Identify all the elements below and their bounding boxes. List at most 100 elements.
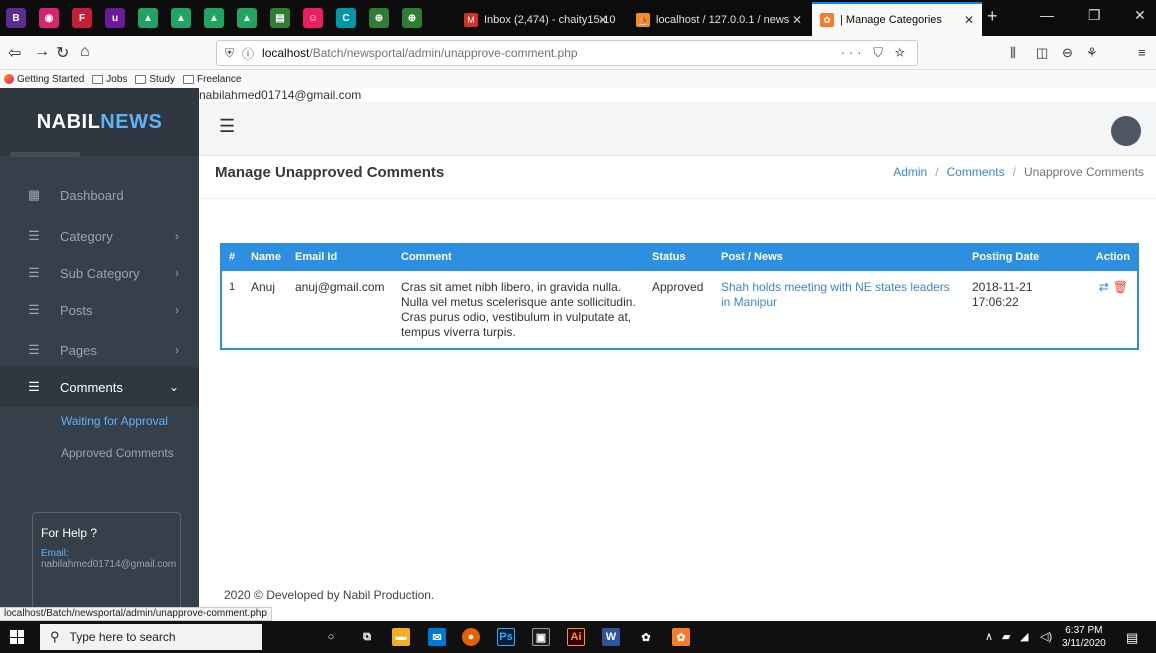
chart-app-icon[interactable]: ▤ bbox=[270, 8, 290, 28]
dashboard-icon: ▦ bbox=[27, 187, 41, 202]
c-app-icon[interactable]: C bbox=[336, 8, 356, 28]
breadcrumb-admin[interactable]: Admin bbox=[893, 165, 927, 179]
xampp-icon: ✿ bbox=[820, 13, 834, 27]
new-tab-button[interactable]: + bbox=[987, 6, 998, 27]
col-comment-header: Comment bbox=[401, 251, 452, 263]
close-icon[interactable]: ✕ bbox=[792, 13, 802, 27]
sidebar-item-dashboard[interactable]: ▦ Dashboard bbox=[0, 175, 199, 215]
col-name-header: Name bbox=[251, 251, 281, 263]
row-post-link[interactable]: Shah holds meeting with NE states leader… bbox=[721, 280, 950, 309]
close-icon[interactable]: ✕ bbox=[598, 13, 608, 27]
sidebar-toggle-icon[interactable]: ◫ bbox=[1036, 45, 1048, 61]
submenu-waiting-for-approval[interactable]: Waiting for Approval bbox=[61, 414, 168, 428]
notifications-icon[interactable]: ▤ bbox=[1126, 630, 1138, 646]
approve-icon[interactable]: ⇄ bbox=[1099, 280, 1109, 294]
tray-app-icon[interactable]: ▰ bbox=[1002, 630, 1010, 643]
chevron-right-icon: › bbox=[175, 229, 179, 243]
row-date: 2018-11-21 17:06:22 bbox=[972, 280, 1033, 309]
taskbar-clock[interactable]: 6:37 PM 3/11/2020 bbox=[1062, 624, 1106, 650]
account-icon[interactable]: ⊖ bbox=[1062, 45, 1073, 61]
table-header-row: # Name Email Id Comment Status Post / Ne… bbox=[222, 243, 1137, 271]
reload-icon[interactable]: ↻ bbox=[56, 43, 69, 63]
close-icon[interactable]: ✕ bbox=[964, 13, 974, 27]
app-icon[interactable]: ▣ bbox=[532, 628, 550, 646]
word-icon[interactable]: W bbox=[602, 628, 620, 646]
library-icon[interactable]: ⫼ bbox=[1010, 45, 1016, 61]
cortana-icon[interactable]: ○ bbox=[322, 628, 340, 646]
drive-icon[interactable]: ▲ bbox=[171, 8, 191, 28]
page-actions-icon[interactable]: ··· ⛉ ☆ bbox=[841, 45, 909, 61]
restore-icon[interactable]: ❐ bbox=[1088, 7, 1101, 24]
tab-gmail[interactable]: M Inbox (2,474) - chaity15-100 ✕ bbox=[456, 4, 616, 36]
submenu-approved-comments[interactable]: Approved Comments bbox=[61, 446, 174, 460]
file-explorer-icon[interactable]: ▬ bbox=[392, 628, 410, 646]
breadcrumb-comments[interactable]: Comments bbox=[947, 165, 1005, 179]
tab-label: Inbox (2,474) - chaity15-100 bbox=[484, 14, 616, 26]
info-icon[interactable]: ⓘ bbox=[242, 45, 254, 62]
sidebar-item-category[interactable]: ☰ Category › bbox=[0, 216, 199, 256]
row-status: Approved bbox=[652, 280, 704, 294]
bookmark-freelance[interactable]: Freelance bbox=[182, 74, 241, 85]
shield-icon[interactable]: ⛨ bbox=[225, 46, 234, 61]
tab-phpmyadmin[interactable]: ⛵ localhost / 127.0.0.1 / news ✕ bbox=[628, 4, 810, 36]
tray-chevron-icon[interactable]: ∧ bbox=[985, 630, 993, 643]
url-host: localhost bbox=[262, 46, 310, 60]
photoshop-icon[interactable]: Ps bbox=[497, 628, 515, 646]
task-view-icon[interactable]: ⧉ bbox=[358, 628, 376, 646]
illustrator-icon[interactable]: Ai bbox=[567, 628, 585, 646]
red-app-icon[interactable]: F bbox=[72, 8, 92, 28]
b-app-icon[interactable]: B bbox=[6, 8, 26, 28]
mail-icon[interactable]: ✉ bbox=[428, 628, 446, 646]
menu-icon[interactable]: ≡ bbox=[1138, 45, 1146, 60]
trash-icon[interactable]: 🗑 bbox=[1113, 280, 1128, 294]
wifi-icon[interactable]: ◢ bbox=[1020, 630, 1028, 643]
url-bar[interactable]: ⛨ ⓘ localhost/Batch/newsportal/admin/una… bbox=[216, 40, 918, 66]
col-action-header: Action bbox=[1095, 251, 1130, 263]
drive-icon[interactable]: ▲ bbox=[204, 8, 224, 28]
chevron-right-icon: › bbox=[175, 343, 179, 357]
page-title: Manage Unapproved Comments bbox=[215, 164, 445, 181]
sidebar-item-sub-category[interactable]: ☰ Sub Category › bbox=[0, 253, 199, 293]
minimize-icon[interactable]: — bbox=[1040, 7, 1054, 23]
bookmark-getting-started[interactable]: Getting Started bbox=[4, 74, 84, 85]
taskbar-search[interactable]: ⚲ Type here to search bbox=[40, 624, 262, 650]
settings-icon[interactable]: ✿ bbox=[637, 628, 655, 646]
bookmark-study[interactable]: Study bbox=[135, 74, 175, 85]
forward-icon[interactable]: → bbox=[34, 43, 50, 61]
breadcrumb-separator: / bbox=[1012, 165, 1016, 179]
drive-icon[interactable]: ▲ bbox=[237, 8, 257, 28]
col-post-header: Post / News bbox=[721, 251, 783, 263]
bookmark-jobs[interactable]: Jobs bbox=[92, 74, 127, 85]
sidebar-item-comments[interactable]: ☰ Comments ⌄ bbox=[0, 367, 199, 407]
sidebar-item-posts[interactable]: ☰ Posts › bbox=[0, 290, 199, 330]
col-status-header: Status bbox=[652, 251, 686, 263]
user-email: nabilahmed01714@gmail.com bbox=[199, 88, 362, 102]
help-email-label: Email: bbox=[41, 548, 69, 559]
back-icon[interactable]: ⇦ bbox=[8, 43, 21, 63]
green-app-icon[interactable]: ⊕ bbox=[402, 8, 422, 28]
green-app-icon[interactable]: ⊕ bbox=[369, 8, 389, 28]
list-icon: ☰ bbox=[28, 342, 40, 357]
u-app-icon[interactable]: u bbox=[105, 8, 125, 28]
volume-icon[interactable]: ◁) bbox=[1040, 630, 1052, 643]
avatar[interactable] bbox=[1111, 116, 1141, 146]
home-icon[interactable]: ⌂ bbox=[80, 43, 90, 61]
extension-icon[interactable]: ⚘ bbox=[1086, 45, 1098, 61]
url-path: /Batch/newsportal/admin/unapprove-commen… bbox=[309, 46, 578, 60]
hamburger-menu-icon[interactable]: ☰ bbox=[219, 116, 235, 137]
breadcrumb: Admin / Comments / Unapprove Comments bbox=[893, 165, 1144, 179]
window-close-icon[interactable]: ✕ bbox=[1134, 7, 1146, 24]
help-email[interactable]: nabilahmed01714@gmail.com bbox=[41, 559, 176, 570]
col-email-header: Email Id bbox=[295, 251, 338, 263]
firefox-icon[interactable]: ● bbox=[462, 628, 480, 646]
xampp-icon[interactable]: ✿ bbox=[672, 628, 690, 646]
logo[interactable]: NABIL NEWS bbox=[0, 88, 199, 156]
tab-manage-categories[interactable]: ✿ | Manage Categories ✕ bbox=[812, 2, 982, 36]
pink-app-icon[interactable]: ◉ bbox=[39, 8, 59, 28]
breadcrumb-current: Unapprove Comments bbox=[1023, 165, 1144, 179]
drive-icon[interactable]: ▲ bbox=[138, 8, 158, 28]
sidebar-item-pages[interactable]: ☰ Pages › bbox=[0, 330, 199, 370]
windows-start-icon[interactable] bbox=[10, 630, 24, 644]
table-row: 1 Anuj anuj@gmail.com Cras sit amet nibh… bbox=[222, 271, 1137, 348]
pink-face-icon[interactable]: ☺ bbox=[303, 8, 323, 28]
